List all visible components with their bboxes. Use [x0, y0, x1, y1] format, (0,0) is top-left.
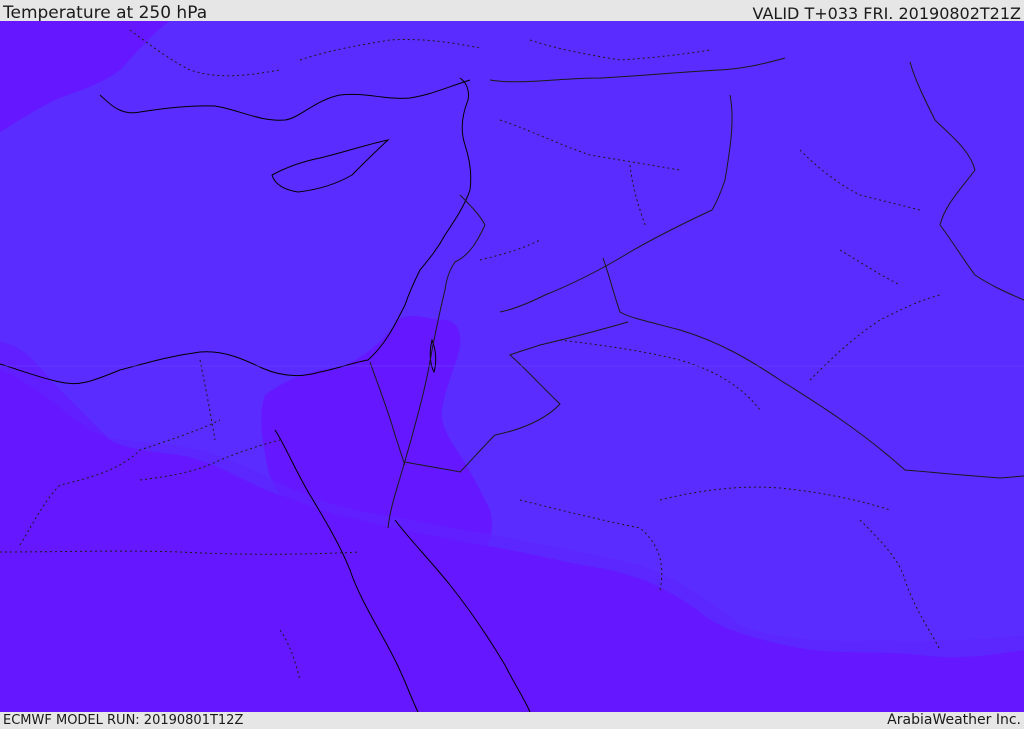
header-bar: Temperature at 250 hPa VALID T+033 FRI. … [0, 0, 1024, 23]
map-title: Temperature at 250 hPa [3, 3, 208, 23]
model-run-label: ECMWF MODEL RUN: 20190801T12Z [3, 713, 244, 728]
temperature-map [0, 21, 1024, 712]
map-area[interactable] [0, 21, 1024, 712]
footer-bar: ECMWF MODEL RUN: 20190801T12Z ArabiaWeat… [0, 712, 1024, 729]
brand-label: ArabiaWeather Inc. [887, 712, 1021, 728]
